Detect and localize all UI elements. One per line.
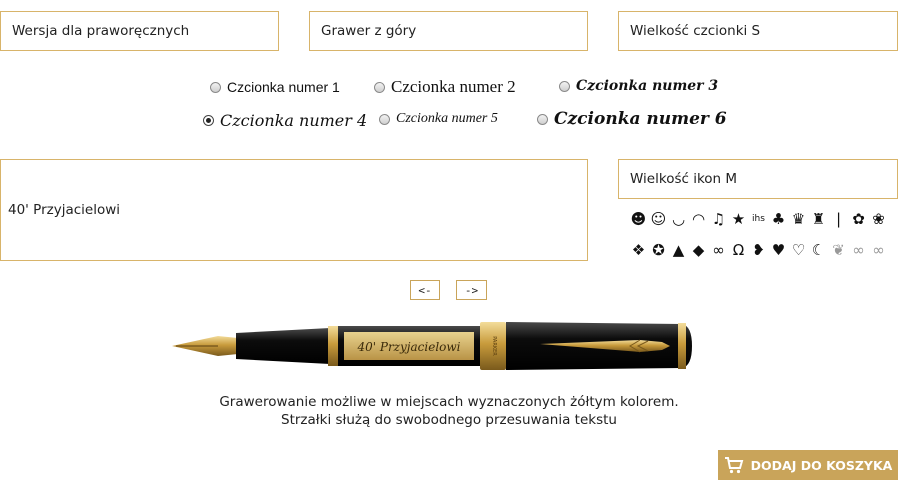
font-radio-2[interactable] (374, 81, 385, 93)
font-radio-1[interactable] (210, 81, 221, 93)
infinity-icon[interactable]: ∞ (850, 241, 867, 259)
heart-curve-icon[interactable]: ❥ (750, 241, 767, 259)
tie-icon[interactable]: ❘ (830, 210, 847, 228)
laugh-icon[interactable]: ◠ (690, 210, 707, 228)
paw-icon[interactable]: ❖ (630, 241, 647, 259)
star-icon[interactable]: ★ (730, 210, 747, 228)
font-label-6: Czcionka numer 6 (554, 109, 727, 129)
rose-bud-icon[interactable]: ❀ (870, 210, 887, 228)
engrave-position-select[interactable]: Grawer z góry (309, 11, 588, 51)
smiley-icon[interactable]: ☻ (630, 210, 647, 228)
font-radio-6[interactable] (537, 113, 548, 125)
font-radio-3[interactable] (559, 80, 570, 92)
rosette-icon[interactable]: ✪ (650, 241, 667, 259)
font-radio-4[interactable] (203, 115, 214, 126)
font-option-1[interactable]: Czcionka numer 1 (210, 79, 340, 95)
crown-icon[interactable]: ♛ (790, 210, 807, 228)
font-label-3: Czcionka numer 3 (576, 78, 719, 94)
caption-line-2: Strzałki służą do swobodnego przesuwania… (281, 412, 617, 428)
caption-line-1: Grawerowanie możliwe w miejscach wyznacz… (219, 394, 679, 410)
font-option-2[interactable]: Czcionka numer 2 (374, 77, 516, 97)
add-to-cart-label: DODAJ DO KOSZYKA (750, 457, 893, 473)
smile-outline-icon[interactable]: ☺ (650, 210, 667, 228)
add-to-cart-button[interactable]: DODAJ DO KOSZYKA (718, 450, 898, 480)
font-size-select[interactable]: Wielkość czcionki S (618, 11, 898, 51)
moon-icon[interactable]: ☾ (810, 241, 827, 259)
pen-engraving-text: 40' Przyjacielowi (356, 340, 460, 354)
grip-section (236, 328, 330, 364)
icon-size-select[interactable]: Wielkość ikon M (618, 159, 898, 199)
font-radio-5[interactable] (379, 113, 390, 125)
move-left-button[interactable]: <- (410, 280, 440, 300)
font-option-5[interactable]: Czcionka numer 5 (379, 111, 498, 127)
heart-infinity-icon[interactable]: ❦ (830, 241, 847, 259)
engraving-text-input[interactable]: 40' Przyjacielowi (0, 159, 588, 261)
hand-version-select[interactable]: Wersja dla praworęcznych (0, 11, 279, 51)
rings-icon[interactable]: ∞ (710, 241, 727, 259)
mortarboard-icon[interactable]: ◆ (690, 241, 707, 259)
grin-icon[interactable]: ◡ (670, 210, 687, 228)
cart-icon (724, 457, 743, 474)
icon-row-2: ❖ ✪ ▲ ◆ ∞ Ω ❥ ♥ ♡ ☾ ❦ ∞ ∞ (630, 237, 892, 263)
music-notes-icon[interactable]: ♫ (710, 210, 727, 228)
heart-outline-icon[interactable]: ♡ (790, 241, 807, 259)
infinity-thin-icon[interactable]: ∞ (870, 241, 887, 259)
icon-picker: ☻ ☺ ◡ ◠ ♫ ★ ihs ♣ ♛ ♜ ❘ ✿ ❀ ❖ ✪ ▲ ◆ ∞ Ω … (630, 206, 892, 268)
font-label-4: Czcionka numer 4 (220, 111, 368, 130)
grad-cap-icon[interactable]: ▲ (670, 241, 687, 259)
ihs-icon[interactable]: ihs (750, 211, 767, 228)
rose-icon[interactable]: ✿ (850, 210, 867, 228)
chess-king-icon[interactable]: ♜ (810, 210, 827, 228)
font-label-5: Czcionka numer 5 (396, 111, 498, 126)
font-label-2: Czcionka numer 2 (391, 77, 516, 96)
font-option-3[interactable]: Czcionka numer 3 (559, 78, 718, 94)
move-right-button[interactable]: -> (456, 280, 487, 300)
clover-icon[interactable]: ♣ (770, 210, 787, 228)
font-option-4[interactable]: Czcionka numer 4 (203, 111, 367, 130)
horseshoe-icon[interactable]: Ω (730, 241, 747, 259)
icon-row-1: ☻ ☺ ◡ ◠ ♫ ★ ihs ♣ ♛ ♜ ❘ ✿ ❀ (630, 206, 892, 232)
heart-solid-icon[interactable]: ♥ (770, 241, 787, 259)
brand-mark: PARKER (491, 336, 497, 356)
cap-top (678, 323, 686, 369)
pen-preview: 40' Przyjacielowi PARKER (172, 322, 692, 370)
font-option-6[interactable]: Czcionka numer 6 (537, 109, 727, 129)
font-label-1: Czcionka numer 1 (227, 79, 340, 95)
